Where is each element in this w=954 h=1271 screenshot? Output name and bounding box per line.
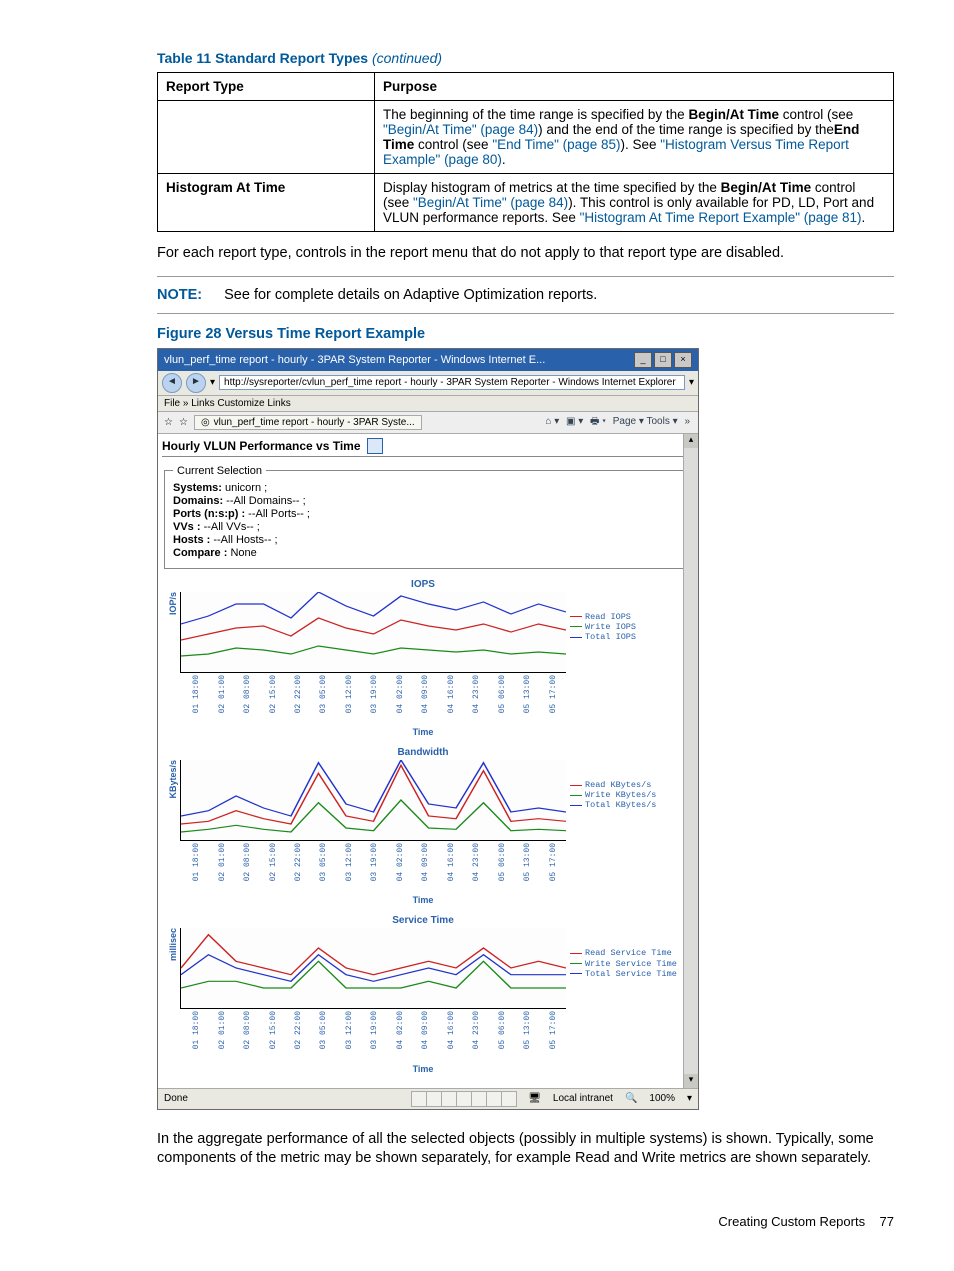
chart-legend: Read Service TimeWrite Service TimeTotal… xyxy=(570,928,680,979)
chart-legend: Read KBytes/sWrite KBytes/sTotal KBytes/… xyxy=(570,760,680,811)
menu-bar[interactable]: File » Links Customize Links xyxy=(158,396,698,412)
chart-xlabel: Time xyxy=(166,1064,680,1074)
status-left: Done xyxy=(164,1093,188,1104)
page-menu[interactable]: Page ▾ Tools ▾ xyxy=(613,416,678,427)
table-header-report-type: Report Type xyxy=(158,73,375,101)
chart-iops: IOPS IOP/s Read IOPSWrite IOPSTotal IOPS 01… xyxy=(166,579,680,737)
tab-bar: ☆ ☆ ◎ vlun_perf_time report - hourly - 3… xyxy=(158,412,698,434)
cell-purpose: Display histogram of metrics at the time… xyxy=(375,174,894,232)
table-caption: Table 11 Standard Report Types (continue… xyxy=(157,50,894,66)
window-titlebar: vlun_perf_time report - hourly - 3PAR Sy… xyxy=(158,349,698,371)
link-begin-at-time[interactable]: "Begin/At Time" (page 84) xyxy=(413,195,568,210)
chart-legend: Read IOPSWrite IOPSTotal IOPS xyxy=(570,592,680,643)
charts-container: IOPS IOP/s Read IOPSWrite IOPSTotal IOPS 01… xyxy=(162,579,694,1074)
current-selection-legend: Current Selection xyxy=(173,465,266,477)
window-title: vlun_perf_time report - hourly - 3PAR Sy… xyxy=(164,354,545,366)
maximize-button[interactable]: □ xyxy=(654,352,672,368)
chart-xticks: 01 18:0002 01:0002 08:0002 15:0002 22:00… xyxy=(166,675,680,713)
favorites-icon[interactable]: ☆ xyxy=(179,417,188,428)
print-icon[interactable]: 🖶 ▾ xyxy=(590,416,606,427)
chart-ylabel: KBytes/s xyxy=(166,760,180,799)
footer-page-number: 77 xyxy=(880,1214,894,1229)
page-footer: Creating Custom Reports 77 xyxy=(718,1214,894,1229)
chart-service-time: Service Time millisec Read Service TimeWri… xyxy=(166,915,680,1073)
home-icon[interactable]: ⌂ ▾ xyxy=(545,416,559,427)
chart-bandwidth: Bandwidth KBytes/s Read KBytes/sWrite KByt… xyxy=(166,747,680,905)
paragraph: For each report type, controls in the re… xyxy=(157,244,894,264)
browser-tools[interactable]: ⌂ ▾ ▣ ▾ 🖶 ▾ Page ▾ Tools ▾ » xyxy=(543,414,692,431)
paragraph: In the aggregate performance of all the … xyxy=(157,1130,894,1169)
footer-section: Creating Custom Reports xyxy=(718,1214,865,1229)
link-end-time[interactable]: "End Time" (page 85) xyxy=(492,137,620,152)
forward-button[interactable]: ► xyxy=(186,373,206,393)
chart-ylabel: IOP/s xyxy=(166,592,180,615)
chart-ylabel: millisec xyxy=(166,928,180,961)
chart-plot-area xyxy=(180,760,566,841)
table-row: Histogram At Time Display histogram of m… xyxy=(158,174,894,232)
table-row: The beginning of the time range is speci… xyxy=(158,101,894,174)
note-block: NOTE: See for complete details on Adapti… xyxy=(157,276,894,314)
status-separator xyxy=(411,1091,516,1107)
chart-xlabel: Time xyxy=(166,727,680,737)
minimize-button[interactable]: _ xyxy=(634,352,652,368)
cell-purpose: The beginning of the time range is speci… xyxy=(375,101,894,174)
favorites-icon[interactable]: ☆ xyxy=(164,417,173,428)
feeds-icon[interactable]: ▣ ▾ xyxy=(566,416,583,427)
cell-report-type xyxy=(158,101,375,174)
status-zoom[interactable]: 100% xyxy=(649,1093,675,1104)
chart-xticks: 01 18:0002 01:0002 08:0002 15:0002 22:00… xyxy=(166,1011,680,1049)
table-caption-text: Table 11 Standard Report Types xyxy=(157,50,368,66)
link-begin-at-time[interactable]: "Begin/At Time" (page 84) xyxy=(383,122,538,137)
browser-tab[interactable]: ◎ vlun_perf_time report - hourly - 3PAR … xyxy=(194,415,422,430)
link-histogram-at-time-example[interactable]: "Histogram At Time Report Example" (page… xyxy=(580,210,862,225)
chart-title: IOPS xyxy=(166,579,680,590)
zoom-icon[interactable]: 🔍 xyxy=(625,1093,637,1104)
chart-xlabel: Time xyxy=(166,895,680,905)
tab-label: vlun_perf_time report - hourly - 3PAR Sy… xyxy=(214,417,415,428)
current-selection-fieldset: Current Selection Systems: unicorn ; Dom… xyxy=(164,465,692,569)
scroll-up-button[interactable]: ▴ xyxy=(684,434,698,448)
back-button[interactable]: ◄ xyxy=(162,373,182,393)
report-title: Hourly VLUN Performance vs Time xyxy=(162,438,694,457)
chart-xticks: 01 18:0002 01:0002 08:0002 15:0002 22:00… xyxy=(166,843,680,881)
chart-plot-area xyxy=(180,928,566,1009)
chart-title: Service Time xyxy=(166,915,680,926)
note-label: NOTE: xyxy=(157,287,220,303)
zoom-dropdown[interactable]: ▾ xyxy=(687,1093,692,1104)
figure-caption: Figure 28 Versus Time Report Example xyxy=(157,326,894,342)
tab-icon: ◎ xyxy=(201,417,210,428)
zone-icon: 🖥 xyxy=(528,1093,541,1104)
vertical-scrollbar[interactable]: ▴ ▾ xyxy=(683,434,698,1088)
table-header-purpose: Purpose xyxy=(375,73,894,101)
close-button[interactable]: × xyxy=(674,352,692,368)
report-types-table: Report Type Purpose The beginning of the… xyxy=(157,72,894,232)
address-field[interactable]: http://sysreporter/cvlun_perf_time repor… xyxy=(219,375,685,390)
browser-content: ▴ ▾ Hourly VLUN Performance vs Time Curr… xyxy=(158,434,698,1088)
browser-window: vlun_perf_time report - hourly - 3PAR Sy… xyxy=(157,348,699,1110)
cell-report-type: Histogram At Time xyxy=(158,174,375,232)
scroll-down-button[interactable]: ▾ xyxy=(684,1074,698,1088)
chart-plot-area xyxy=(180,592,566,673)
note-text: See for complete details on Adaptive Opt… xyxy=(224,287,597,303)
status-bar: Done 🖥 Local intranet 🔍 100% ▾ xyxy=(158,1088,698,1109)
table-caption-continued: (continued) xyxy=(372,50,442,66)
status-zone: Local intranet xyxy=(553,1093,613,1104)
chart-icon[interactable] xyxy=(367,438,383,454)
chart-title: Bandwidth xyxy=(166,747,680,758)
address-bar: ◄ ► ▾ http://sysreporter/cvlun_perf_time… xyxy=(158,371,698,396)
